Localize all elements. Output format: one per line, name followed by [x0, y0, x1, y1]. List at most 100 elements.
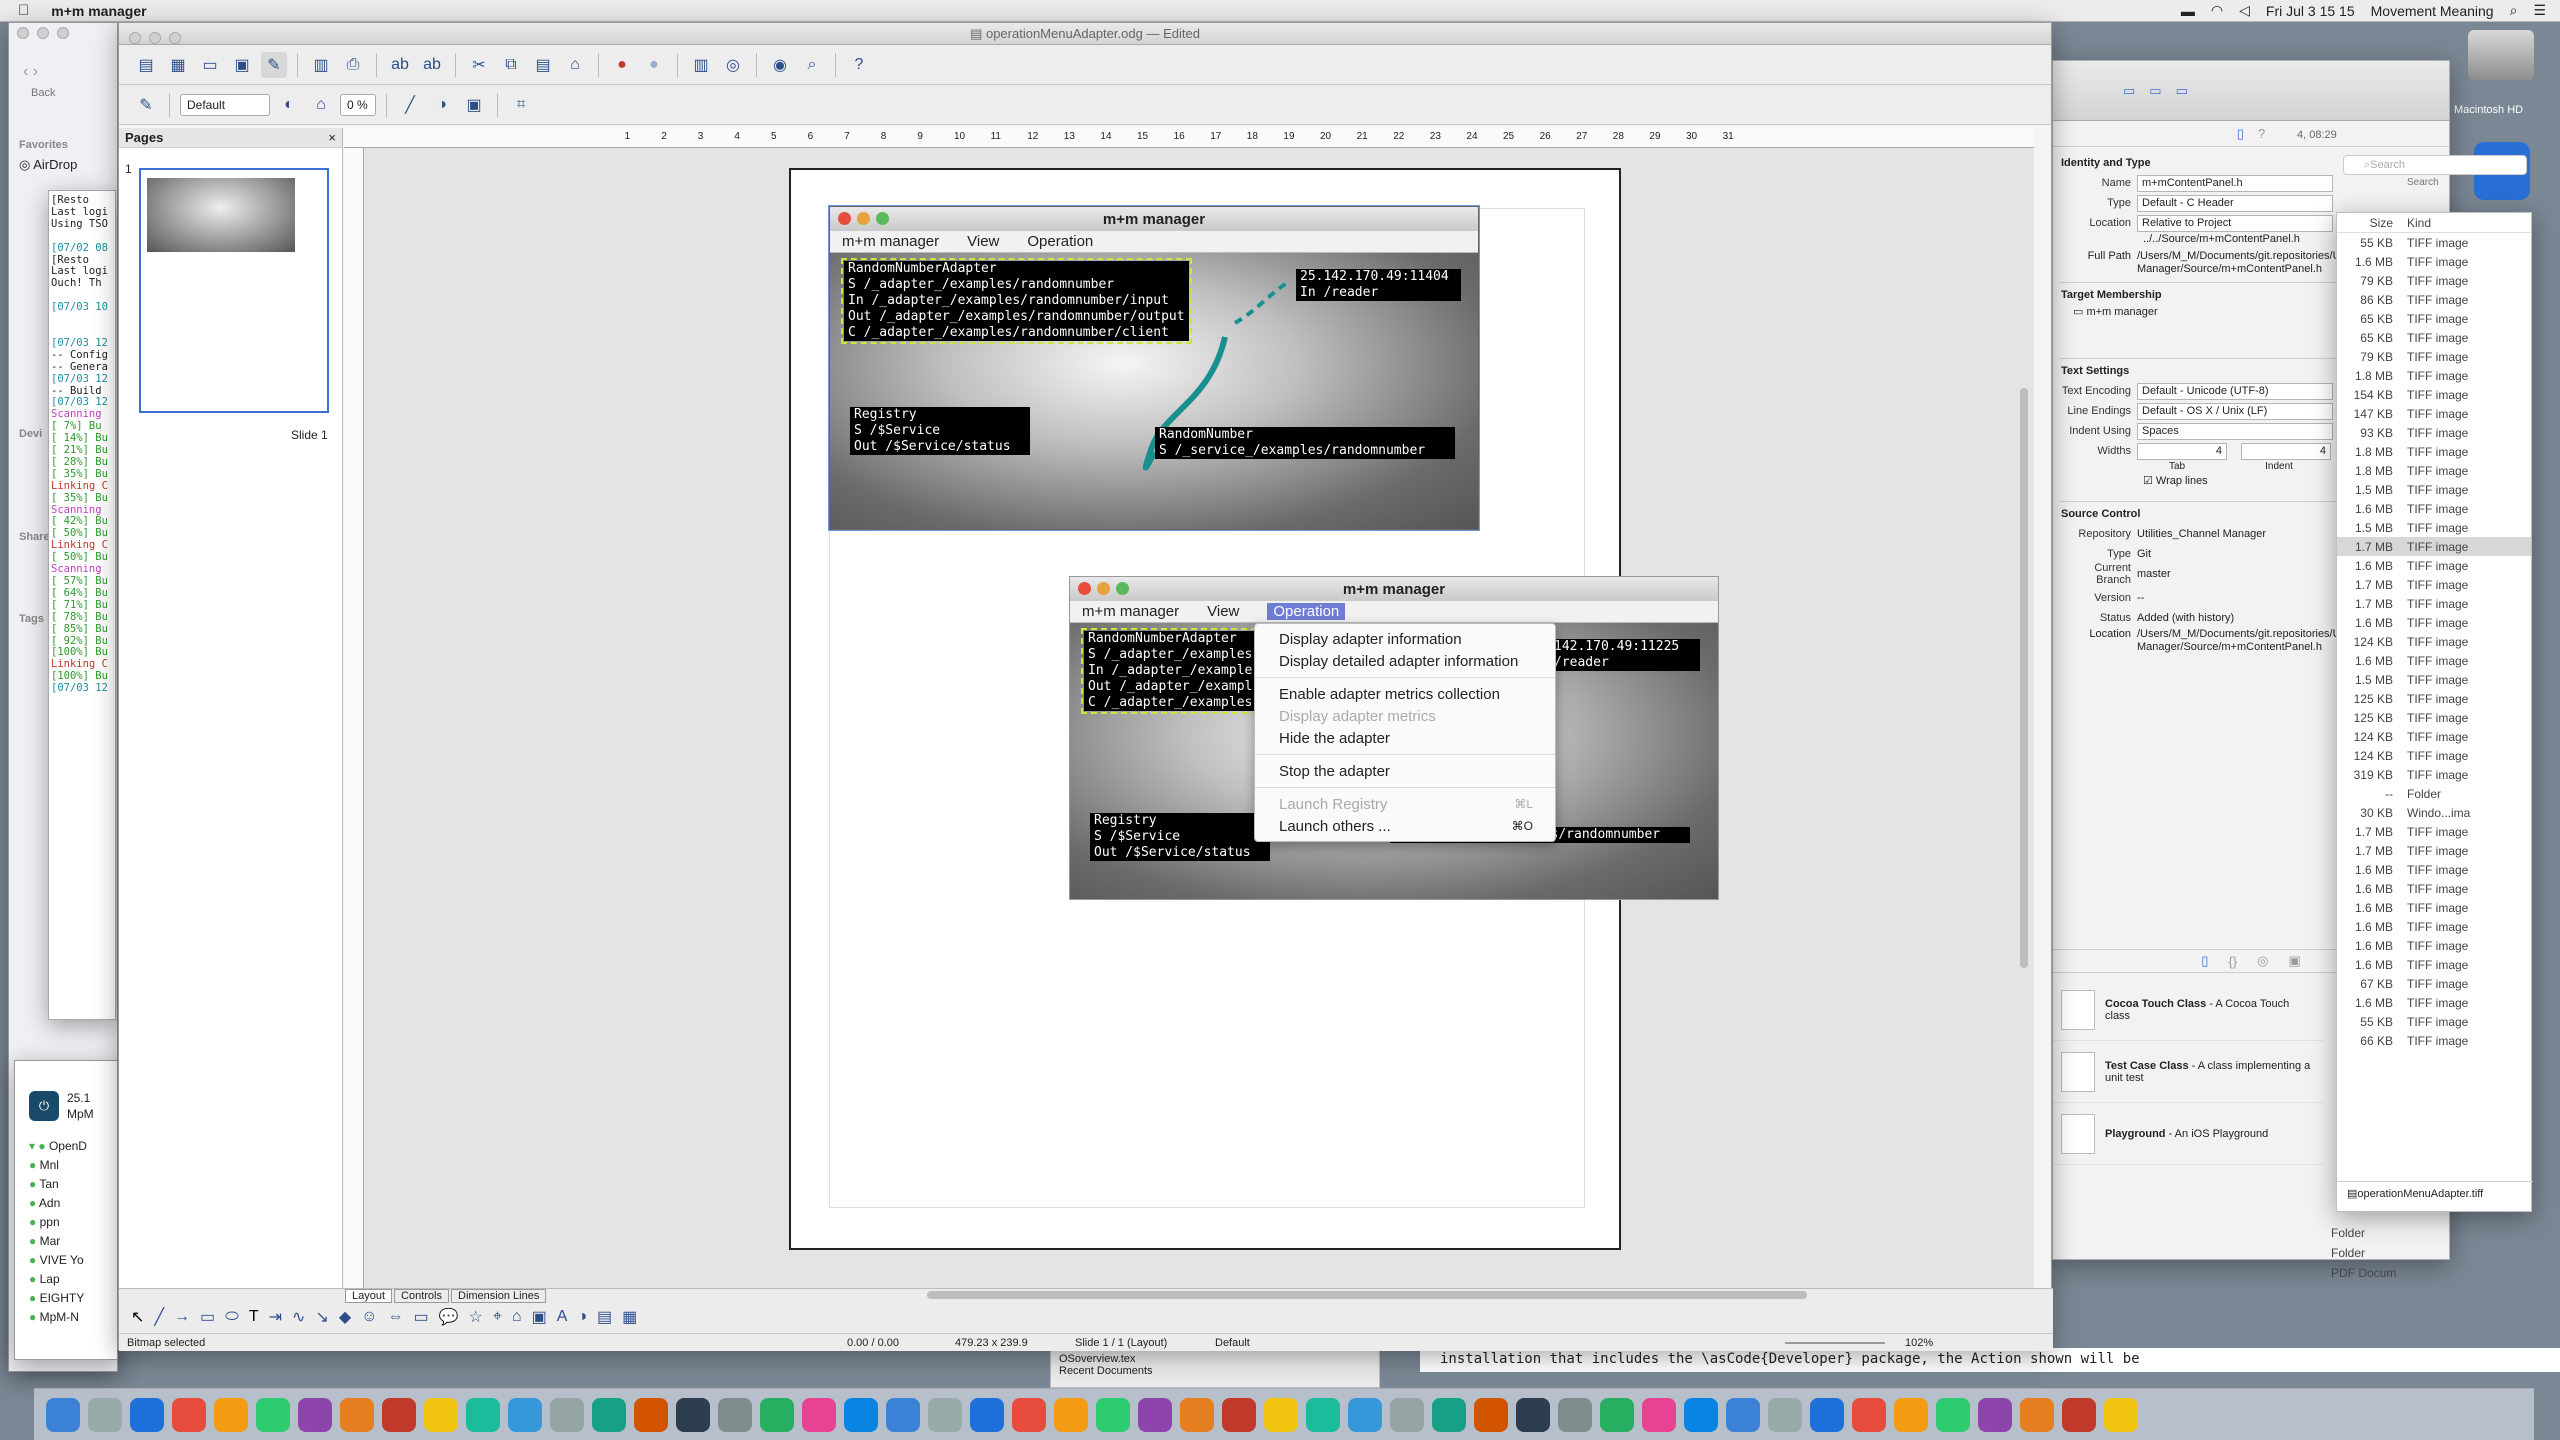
arrange-icon[interactable]: ▦ — [622, 1307, 637, 1327]
mm-zoom-button[interactable] — [1116, 582, 1129, 595]
dock-app-icon[interactable] — [172, 1397, 206, 1432]
reader-block[interactable]: 142.170.49:11225/reader — [1550, 639, 1700, 671]
indent-select[interactable]: Spaces — [2137, 422, 2333, 440]
file-inspector-icon[interactable]: ▯ — [2237, 126, 2244, 142]
chart-icon[interactable]: ▥ — [688, 52, 714, 78]
dock-app-icon[interactable] — [466, 1397, 500, 1432]
dock-app-icon[interactable] — [424, 1397, 458, 1432]
dock-app-icon[interactable] — [1180, 1397, 1214, 1432]
basic-shapes-icon[interactable]: ◆ — [339, 1307, 351, 1327]
crop-icon[interactable]: ⌗ — [508, 92, 534, 118]
slide-thumbnail[interactable] — [139, 168, 329, 413]
navigator-icon[interactable]: ◎ — [720, 52, 746, 78]
finder-row[interactable]: 1.8 MB TIFF image — [2337, 461, 2531, 480]
transparency-field[interactable]: 0 % — [340, 93, 376, 116]
align-icon[interactable]: ▤ — [597, 1307, 612, 1327]
dock-app-icon[interactable] — [298, 1397, 332, 1432]
apple-menu-icon[interactable]:  — [18, 2, 29, 19]
block-arrows-icon[interactable]: ⇔ — [388, 1308, 404, 1326]
dock-app-icon[interactable] — [88, 1397, 122, 1432]
template-item[interactable]: Cocoa Touch Class - A Cocoa Touch class — [2053, 979, 2323, 1041]
drawing-canvas[interactable]: 1 2 3 4 5 6 7 8 9 10 11 12 13 14 15 16 17 18 19 20 21 22 23 24 2… — [344, 128, 2034, 1288]
dock-app-icon[interactable] — [1936, 1397, 1970, 1432]
finder-row[interactable]: 30 KB Windo...ima — [2337, 803, 2531, 822]
curve-tool-icon[interactable]: ∿ — [292, 1307, 305, 1327]
dock-app-icon[interactable] — [1012, 1397, 1046, 1432]
mm-zoom-button[interactable] — [876, 212, 889, 225]
tree-item[interactable]: ● Mnl — [29, 1156, 87, 1175]
print-icon[interactable]: ⎙ — [340, 52, 366, 78]
back-button[interactable]: ‹ › — [23, 63, 38, 81]
dock-app-icon[interactable] — [550, 1397, 584, 1432]
select-tool-icon[interactable]: ↖ — [131, 1307, 144, 1327]
finder-row[interactable]: 1.6 MB TIFF image — [2337, 860, 2531, 879]
dock-app-icon[interactable] — [1138, 1397, 1172, 1432]
status-zoom[interactable]: 102% — [1905, 1337, 1933, 1349]
tree-item[interactable]: ● VIVE Yo — [29, 1251, 87, 1270]
mm-image-top[interactable]: m+m manager m+m manager View Operation R… — [828, 205, 1480, 531]
area-icon[interactable]: ◑ — [429, 92, 455, 118]
finder-row[interactable]: 1.8 MB TIFF image — [2337, 442, 2531, 461]
spellcheck-icon[interactable]: ab — [387, 52, 413, 78]
location-select[interactable]: Relative to Project — [2137, 214, 2333, 232]
arrow-line-tool-icon[interactable]: → — [174, 1308, 190, 1326]
recent-docs-header[interactable]: Recent Documents — [1059, 1365, 1371, 1377]
finder-row[interactable]: 66 KB TIFF image — [2337, 1031, 2531, 1050]
dock-app-icon[interactable] — [1684, 1397, 1718, 1432]
finder-row[interactable]: 1.5 MB TIFF image — [2337, 480, 2531, 499]
menubar-user[interactable]: Movement Meaning — [2371, 3, 2494, 19]
tree-item[interactable]: ● Mar — [29, 1232, 87, 1251]
recent-doc-item[interactable]: OSoverview.tex — [1059, 1353, 1371, 1365]
type-select[interactable]: Default - C Header — [2137, 194, 2333, 212]
zoom-slider[interactable] — [1785, 1342, 1905, 1344]
dock-app-icon[interactable] — [1474, 1397, 1508, 1432]
finder-row[interactable]: 1.6 MB TIFF image — [2337, 993, 2531, 1012]
dock-app-icon[interactable] — [1306, 1397, 1340, 1432]
menubar-app-name[interactable]: m+m manager — [51, 3, 146, 19]
mm-menu-view[interactable]: View — [967, 233, 999, 250]
tab-controls[interactable]: Controls — [394, 1289, 449, 1303]
finder-row[interactable]: 79 KB TIFF image — [2337, 347, 2531, 366]
dock-app-icon[interactable] — [1096, 1397, 1130, 1432]
finder-row[interactable]: 65 KB TIFF image — [2337, 328, 2531, 347]
undo-icon[interactable]: ● — [609, 52, 635, 78]
paste-icon[interactable]: ▤ — [530, 52, 556, 78]
tab-layout[interactable]: Layout — [345, 1289, 393, 1303]
adapter-block[interactable]: RandomNumberAdapter S /_adapter_/examples… — [1081, 628, 1257, 714]
close-panel-icon[interactable]: × — [328, 130, 336, 145]
dock-app-icon[interactable] — [802, 1397, 836, 1432]
finder-row[interactable]: 154 KB TIFF image — [2337, 385, 2531, 404]
mm-menu-operation[interactable]: Operation — [1267, 603, 1346, 620]
finder-row[interactable]: 1.6 MB TIFF image — [2337, 613, 2531, 632]
finder-row[interactable]: 1.5 MB TIFF image — [2337, 518, 2531, 537]
finder-row[interactable]: 1.8 MB TIFF image — [2337, 366, 2531, 385]
dock-app-icon[interactable] — [1768, 1397, 1802, 1432]
dock-app-icon[interactable] — [1348, 1397, 1382, 1432]
dock-app-icon[interactable] — [844, 1397, 878, 1432]
battery-icon[interactable]: ▬ — [2181, 3, 2195, 19]
gallery-icon[interactable]: ◉ — [767, 52, 793, 78]
dock-app-icon[interactable] — [886, 1397, 920, 1432]
finder-footer-file[interactable]: ▤ operationMenuAdapter.tiff — [2337, 1181, 2533, 1205]
mm-menu-view[interactable]: View — [1207, 603, 1239, 620]
dock-app-icon[interactable] — [2062, 1397, 2096, 1432]
dock-app-icon[interactable] — [676, 1397, 710, 1432]
menu-item-display-detailed-info[interactable]: Display detailed adapter information — [1255, 650, 1555, 672]
callouts-icon[interactable]: 💬 — [439, 1307, 459, 1327]
glue-points-icon[interactable]: ⌂ — [512, 1308, 522, 1326]
finder-row[interactable]: 1.6 MB TIFF image — [2337, 499, 2531, 518]
line-icon[interactable]: ╱ — [397, 92, 423, 118]
finder-row[interactable]: 67 KB TIFF image — [2337, 974, 2531, 993]
zoom-button[interactable] — [169, 32, 181, 44]
dock-app-icon[interactable] — [1390, 1397, 1424, 1432]
dock-app-icon[interactable] — [634, 1397, 668, 1432]
save-icon[interactable]: ▣ — [229, 52, 255, 78]
mm-menu-operation[interactable]: Operation — [1027, 233, 1093, 250]
finder-row[interactable]: 55 KB TIFF image — [2337, 1012, 2531, 1031]
line-style-icon[interactable]: ✎ — [133, 92, 159, 118]
finder-row[interactable]: 124 KB TIFF image — [2337, 727, 2531, 746]
vertical-scrollbar[interactable] — [2020, 388, 2028, 968]
finder-row[interactable]: 1.7 MB TIFF image — [2337, 822, 2531, 841]
dock-app-icon[interactable] — [1852, 1397, 1886, 1432]
object-library-icon[interactable]: ◎ — [2257, 953, 2268, 969]
